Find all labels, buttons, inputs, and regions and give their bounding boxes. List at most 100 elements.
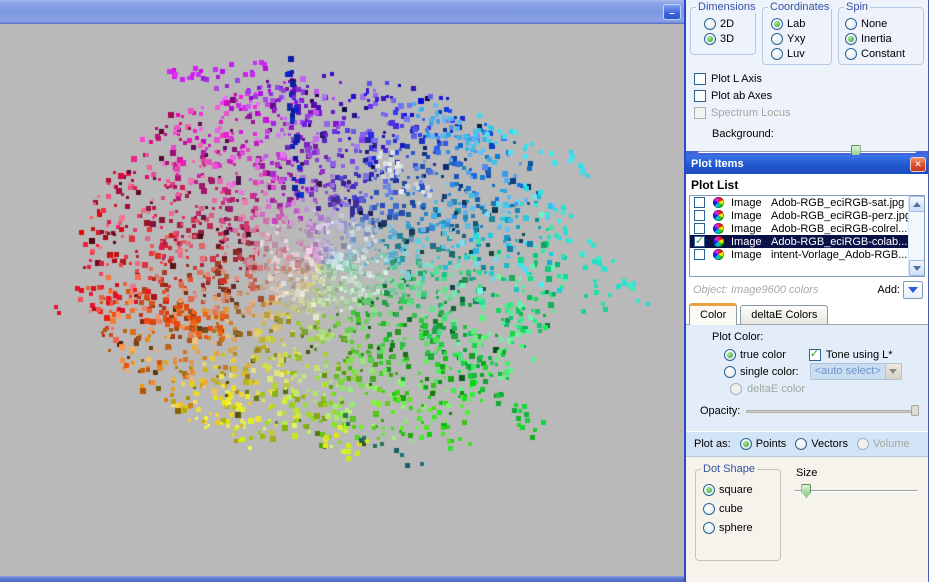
radio-vectors[interactable]: Vectors — [795, 432, 848, 456]
radio-cube[interactable]: cube — [703, 499, 780, 518]
plot-items-titlebar[interactable]: Plot Items ✕ — [686, 155, 928, 174]
item-type: Image — [731, 249, 771, 261]
slider-track — [698, 151, 916, 153]
plot-list-section: Plot List Image Adob-RGB_eciRGB-sat.jpg … — [686, 174, 928, 303]
scroll-up-button[interactable] — [909, 196, 925, 212]
radio-label: cube — [719, 503, 743, 515]
radio-yxy[interactable]: Yxy — [771, 31, 831, 46]
item-checkbox[interactable] — [694, 223, 705, 234]
chevron-down-icon — [908, 287, 918, 293]
radio-label: Vectors — [811, 438, 848, 450]
opacity-label: Opacity: — [700, 405, 740, 417]
radio-lab[interactable]: Lab — [771, 16, 831, 31]
checkbox-icon — [809, 349, 821, 361]
gamut-canvas[interactable] — [0, 0, 686, 582]
radio-spin-constant[interactable]: Constant — [845, 46, 923, 61]
item-name: intent-Vorlage_Adob-RGB... — [771, 249, 907, 261]
radio-icon — [704, 33, 716, 45]
radio-square[interactable]: square — [703, 480, 780, 499]
minimize-button[interactable]: – — [663, 4, 681, 20]
background-label: Background: — [712, 128, 928, 140]
radio-label: Volume — [873, 438, 910, 450]
coordinates-group: Coordinates Lab Yxy Luv — [762, 7, 832, 65]
radio-icon — [795, 438, 807, 450]
slider-thumb — [911, 405, 919, 416]
list-item[interactable]: Image Adob-RGB_eciRGB-perz.jpg — [690, 209, 924, 222]
item-checkbox[interactable] — [694, 236, 705, 247]
tab-strip: Color deltaE Colors — [686, 303, 928, 325]
radio-single-color[interactable]: single color: — [724, 364, 799, 379]
item-type: Image — [731, 223, 771, 235]
item-type: Image — [731, 210, 771, 222]
radio-icon — [730, 383, 742, 395]
list-item[interactable]: Image Adob-RGB_eciRGB-colrel.... — [690, 222, 924, 235]
plot-as-label: Plot as: — [694, 438, 731, 450]
radio-icon — [845, 18, 857, 30]
viewer-titlebar[interactable]: – — [0, 0, 686, 24]
radio-spin-inertia[interactable]: Inertia — [845, 31, 923, 46]
checkbox-plot-l-axis[interactable]: Plot L Axis — [686, 70, 928, 87]
radio-spin-none[interactable]: None — [845, 16, 923, 31]
radio-label: None — [861, 18, 887, 30]
radio-volume: Volume — [857, 432, 910, 456]
item-checkbox[interactable] — [694, 210, 705, 221]
radio-icon — [740, 438, 752, 450]
checkbox-icon — [694, 90, 706, 102]
dot-shape-title: Dot Shape — [701, 463, 757, 475]
checkbox-label: Spectrum Locus — [711, 107, 790, 119]
radio-luv[interactable]: Luv — [771, 46, 831, 61]
item-checkbox[interactable] — [694, 249, 705, 260]
arrow-up-icon — [913, 202, 921, 207]
radio-label: Points — [756, 438, 787, 450]
dot-shape-group: Dot Shape square cube sphere — [695, 469, 781, 561]
radio-label: true color — [740, 349, 786, 361]
dimensions-group-title: Dimensions — [696, 1, 757, 13]
radio-sphere[interactable]: sphere — [703, 518, 780, 537]
spin-group-title: Spin — [844, 1, 870, 13]
close-button[interactable]: ✕ — [910, 157, 926, 172]
radio-groups-row: Dimensions 2D 3D Coordinates Lab — [686, 0, 928, 65]
radio-icon — [703, 522, 715, 534]
coordinates-group-title: Coordinates — [768, 1, 831, 13]
item-checkbox[interactable] — [694, 197, 705, 208]
tab-color[interactable]: Color — [689, 303, 737, 325]
control-panel: Dimensions 2D 3D Coordinates Lab — [684, 0, 929, 582]
list-item[interactable]: Image intent-Vorlage_Adob-RGB... — [690, 248, 924, 261]
radio-label: single color: — [740, 366, 799, 378]
checkbox-tone-using-l[interactable]: Tone using L* — [809, 347, 893, 362]
list-item[interactable]: Image Adob-RGB_eciRGB-sat.jpg — [690, 196, 924, 209]
slider-thumb[interactable] — [801, 484, 811, 498]
checkbox-plot-ab-axes[interactable]: Plot ab Axes — [686, 87, 928, 104]
radio-label: Yxy — [787, 33, 805, 45]
radio-icon — [703, 503, 715, 515]
size-slider[interactable] — [794, 483, 918, 499]
radio-icon — [724, 366, 736, 378]
scroll-down-button[interactable] — [909, 260, 925, 276]
list-item-selected[interactable]: Image Adob-RGB_eciRGB-colab... — [690, 235, 924, 248]
item-type: Image — [731, 197, 771, 209]
add-dropdown-button[interactable] — [903, 281, 923, 299]
opacity-row: Opacity: — [686, 397, 928, 419]
checkbox-label: Plot L Axis — [711, 73, 762, 85]
item-name: Adob-RGB_eciRGB-perz.jpg — [771, 210, 911, 222]
plot-items-title: Plot Items — [691, 158, 744, 170]
radio-3d[interactable]: 3D — [704, 31, 755, 46]
radio-true-color[interactable]: true color — [724, 347, 786, 362]
radio-points[interactable]: Points — [740, 432, 787, 456]
color-wheel-icon — [713, 197, 724, 208]
radio-label: 2D — [720, 18, 734, 30]
radio-2d[interactable]: 2D — [704, 16, 755, 31]
gamut-viewer-window: – — [0, 0, 686, 582]
arrow-down-icon — [913, 266, 921, 271]
list-scrollbar[interactable] — [908, 196, 924, 276]
item-name: Adob-RGB_eciRGB-colab... — [771, 236, 907, 248]
item-name: Adob-RGB_eciRGB-colrel.... — [771, 223, 910, 235]
combobox-button — [885, 364, 901, 379]
item-name: Adob-RGB_eciRGB-sat.jpg — [771, 197, 904, 209]
color-wheel-icon — [713, 236, 724, 247]
plot-color-row-2: single color: <auto select> — [686, 363, 928, 380]
spin-group: Spin None Inertia Constant — [838, 7, 924, 65]
object-label: Object: Image9600 colors — [693, 284, 877, 296]
add-label: Add: — [877, 284, 900, 296]
tab-deltae-colors[interactable]: deltaE Colors — [740, 305, 828, 324]
